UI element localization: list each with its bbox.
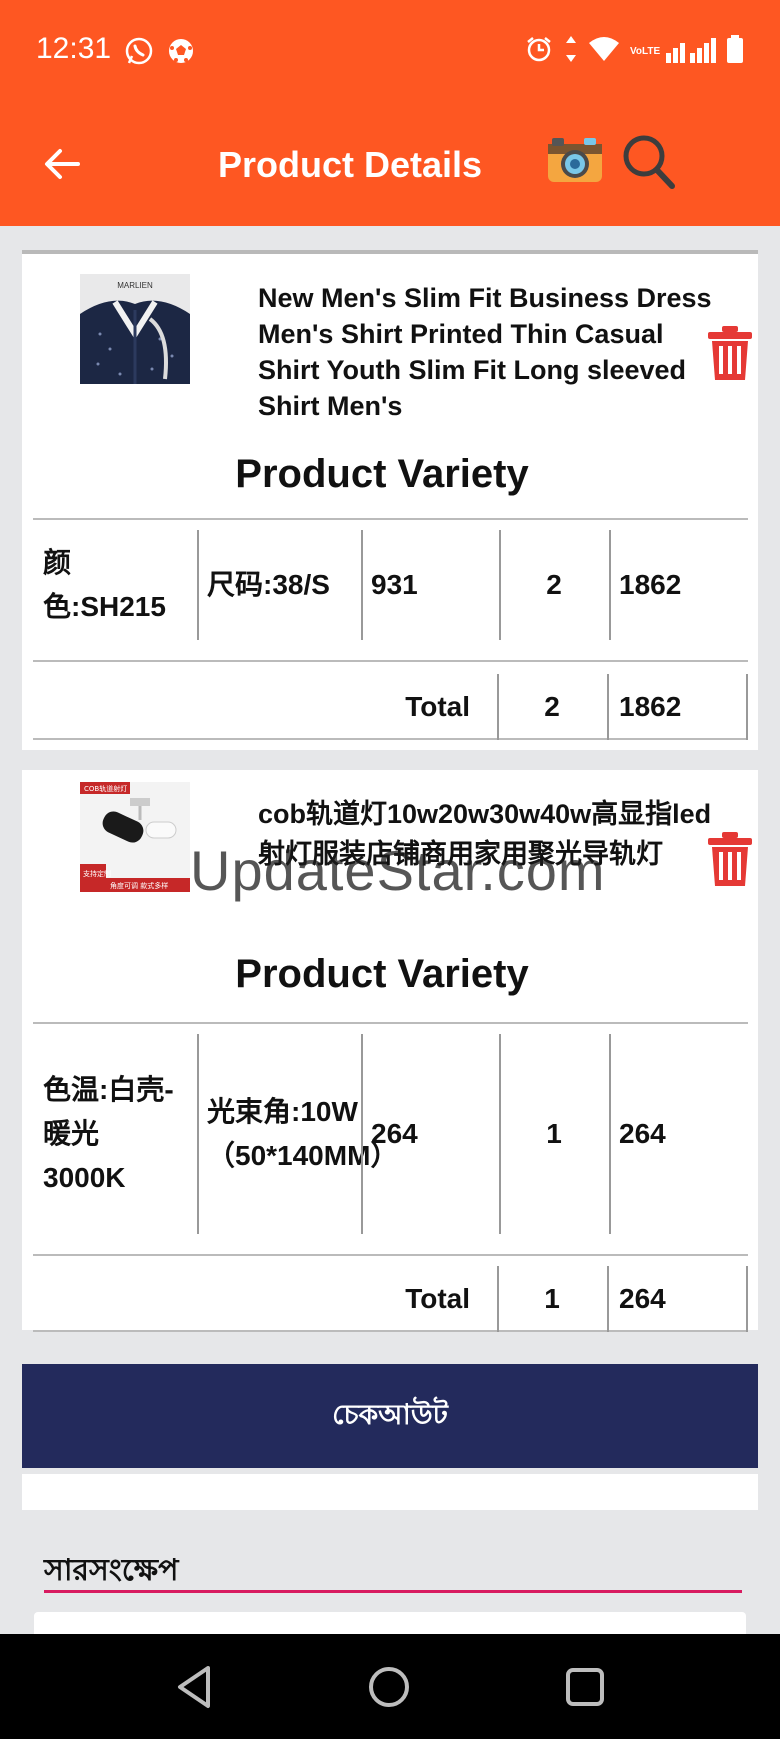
variant-price: 931 <box>371 569 418 600</box>
status-time: 12:31 <box>36 32 112 65</box>
cart-item-card: COB轨道射灯 支持定制 角度可调 款式多样 cob轨道灯10w20w30w40… <box>22 770 758 1332</box>
whatsapp-icon <box>124 36 154 71</box>
total-row: Total 1 264 <box>33 1266 748 1332</box>
total-sum: 264 <box>619 1283 666 1314</box>
product-thumbnail[interactable]: MARLIEN <box>80 274 190 384</box>
variety-title: Product Variety <box>235 452 529 496</box>
battery-icon <box>726 34 744 69</box>
variant-price: 264 <box>371 1118 418 1149</box>
cart-item-card: MARLIEN New Men's Slim Fit Business Dres… <box>22 250 758 750</box>
checkout-button[interactable]: চেকআউট <box>22 1364 758 1468</box>
variant-row: 颜色:SH215 尺码:38/S 931 2 1862 <box>33 518 748 662</box>
variant-qty: 1 <box>546 1118 562 1149</box>
back-triangle-icon[interactable] <box>170 1662 220 1712</box>
volte-icon: VoLTE <box>630 45 661 57</box>
total-qty: 2 <box>544 691 560 722</box>
system-nav-bar <box>0 1634 780 1739</box>
data-arrows-icon <box>564 34 578 69</box>
football-icon <box>166 36 196 71</box>
trash-icon[interactable] <box>704 830 756 888</box>
alarm-icon <box>524 34 554 69</box>
thumb-label: COB轨道射灯 <box>84 784 127 793</box>
total-row: Total 2 1862 <box>33 674 748 740</box>
variant-subtotal: 1862 <box>619 569 682 600</box>
variant-color: 颜色:SH215 <box>43 547 166 622</box>
app-bar: Product Details <box>0 100 780 226</box>
variant-size: 尺码:38/S <box>207 569 330 600</box>
product-name[interactable]: New Men's Slim Fit Business Dress Men's … <box>258 280 728 424</box>
brand-text: MARLIEN <box>117 281 153 290</box>
variant-subtotal: 264 <box>619 1118 666 1149</box>
camera-icon[interactable] <box>546 134 604 186</box>
search-icon[interactable] <box>620 132 676 192</box>
variant-color: 色温:白壳-暖光3000K <box>43 1074 174 1193</box>
variant-qty: 2 <box>546 569 562 600</box>
variant-row: 色温:白壳-暖光3000K 光束角:10W（50*140MM） 264 1 26… <box>33 1022 748 1256</box>
variety-title: Product Variety <box>235 952 529 996</box>
wifi-icon <box>588 35 620 68</box>
summary-underline <box>44 1590 742 1593</box>
thumb-footer: 角度可调 款式多样 <box>110 881 168 890</box>
total-label: Total <box>405 1283 470 1314</box>
total-qty: 1 <box>544 1283 560 1314</box>
trash-icon[interactable] <box>704 324 756 382</box>
variant-size: 光束角:10W（50*140MM） <box>207 1096 399 1171</box>
total-label: Total <box>405 691 470 722</box>
home-circle-icon[interactable] <box>364 1662 414 1712</box>
product-name[interactable]: cob轨道灯10w20w30w40w高显指led射灯服装店铺商用家用聚光导轨灯 <box>258 794 728 874</box>
thumb-badge: 支持定制 <box>83 869 111 878</box>
recents-square-icon[interactable] <box>560 1662 610 1712</box>
status-bar: 12:31 VoLTE <box>0 0 780 100</box>
total-sum: 1862 <box>619 691 682 722</box>
signal-icon <box>664 35 716 68</box>
product-thumbnail[interactable]: COB轨道射灯 支持定制 角度可调 款式多样 <box>80 782 190 892</box>
card-strip <box>22 1474 758 1510</box>
